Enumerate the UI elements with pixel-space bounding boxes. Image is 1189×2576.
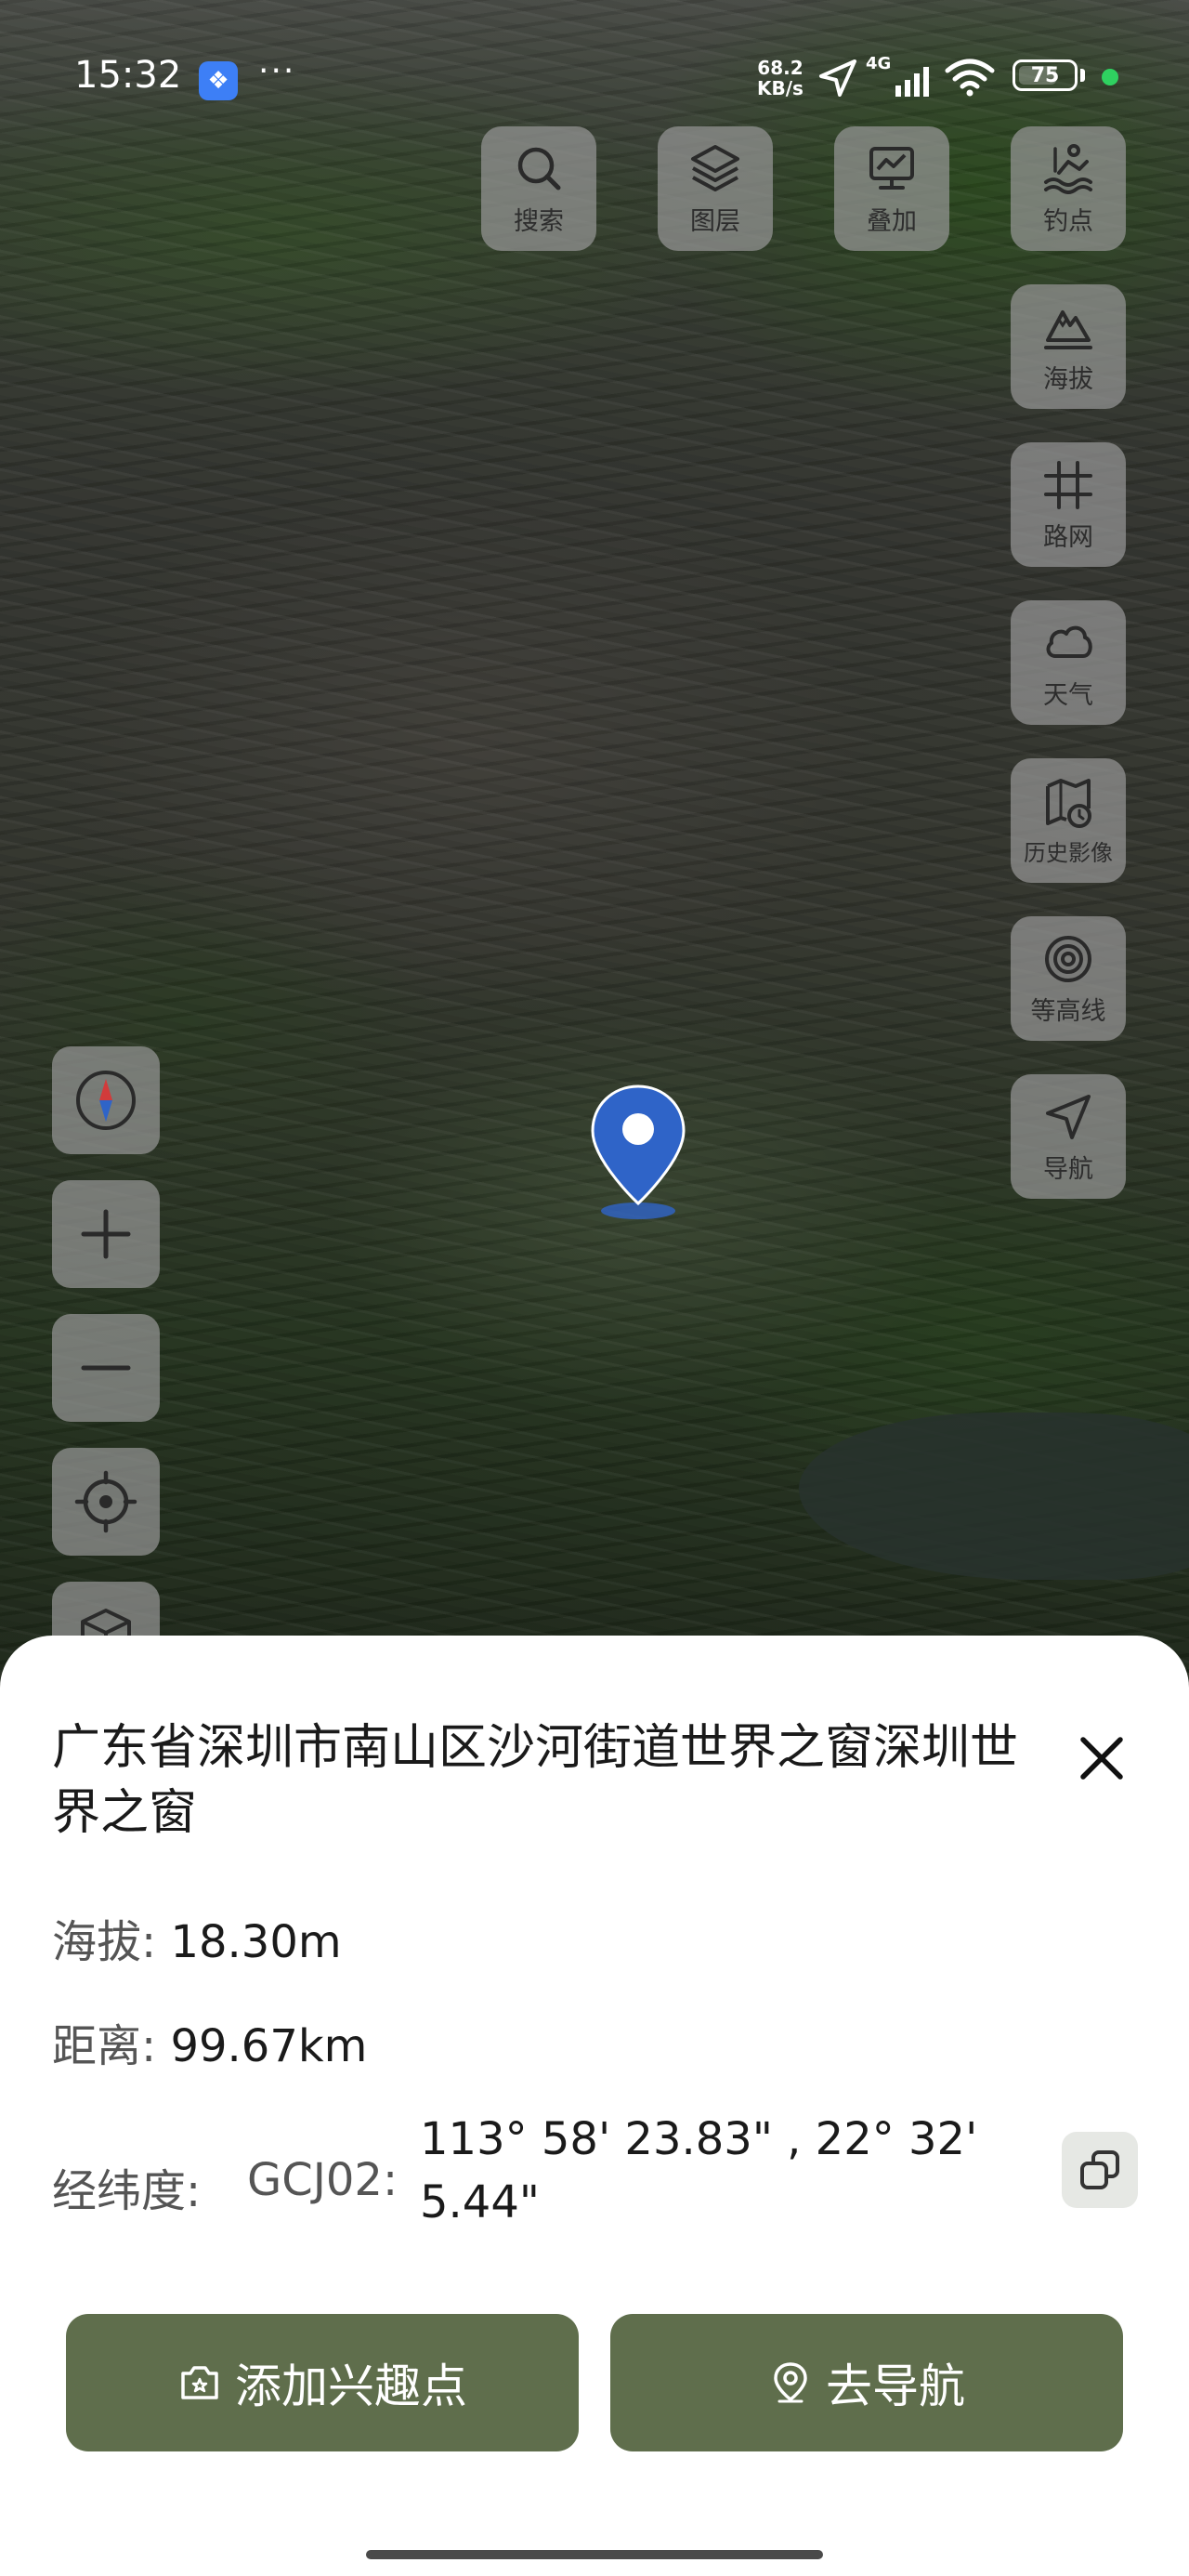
crosshair-locate-icon: [74, 1470, 137, 1533]
location-arrow-icon: [819, 59, 856, 97]
fishing-icon: [1044, 143, 1092, 194]
status-bar: 15:32 ❖ ··· 68.2 KB/s 4G 75: [0, 0, 1189, 158]
altitude-label: 海拔:: [52, 1916, 157, 1968]
weather-button[interactable]: 天气: [1011, 600, 1126, 725]
home-indicator[interactable]: [366, 2550, 823, 2559]
battery-nub: [1080, 69, 1085, 82]
search-icon: [517, 147, 561, 190]
zoom-in-button[interactable]: [52, 1180, 160, 1288]
close-button[interactable]: [1068, 1725, 1135, 1792]
add-poi-button[interactable]: 添加兴趣点: [66, 2314, 579, 2451]
compass-button[interactable]: [52, 1046, 160, 1154]
add-poi-label: 添加兴趣点: [235, 2359, 467, 2413]
distance-value: 99.67km: [170, 2020, 368, 2072]
location-detail-sheet: 广东省深圳市南山区沙河街道世界之窗深圳世界之窗 海拔: 18.30m 距离: 9…: [0, 1636, 1189, 2576]
battery-level: 75: [1030, 63, 1060, 87]
contour-button[interactable]: 等高线: [1011, 916, 1126, 1041]
navigation-label: 导航: [1043, 1154, 1093, 1184]
distance-row: 距离: 99.67km: [52, 2009, 367, 2074]
location-pin-outline-icon: [774, 2362, 807, 2403]
road-grid-icon: [1044, 460, 1092, 509]
coordinates-label: 经纬度:: [52, 2165, 202, 2217]
battery-indicator: 75: [1013, 59, 1078, 91]
copy-coordinates-button[interactable]: [1062, 2132, 1138, 2208]
go-navigate-label: 去导航: [826, 2359, 965, 2413]
location-address: 广东省深圳市南山区沙河街道世界之窗深圳世界之窗: [52, 1720, 1019, 1841]
fishing-spot-button[interactable]: 钓点: [1011, 126, 1126, 251]
layers-icon: [691, 144, 739, 191]
overlay-monitor-icon: [869, 146, 914, 190]
navigation-button[interactable]: 导航: [1011, 1074, 1126, 1199]
compass-icon: [76, 1071, 136, 1130]
more-notifications-icon: ···: [258, 52, 296, 90]
fishing-label: 钓点: [1043, 206, 1093, 236]
contour-lines-icon: [1045, 935, 1091, 982]
contour-label: 等高线: [1030, 996, 1106, 1026]
elevation-label: 海拔: [1043, 364, 1093, 394]
app-notification-icon: ❖: [199, 61, 238, 100]
history-map-icon: [1046, 778, 1091, 828]
navigation-arrow-icon: [1046, 1094, 1091, 1139]
close-icon: [1080, 1737, 1123, 1780]
network-speed-unit: KB/s: [757, 77, 804, 99]
road-grid-button[interactable]: 路网: [1011, 442, 1126, 567]
elevation-button[interactable]: 海拔: [1011, 284, 1126, 409]
mountain-elevation-icon: [1044, 309, 1092, 349]
distance-label: 距离:: [52, 2020, 157, 2072]
layers-label: 图层: [690, 206, 740, 236]
overlay-label: 叠加: [867, 206, 917, 236]
status-time: 15:32: [74, 54, 182, 97]
altitude-value: 18.30m: [170, 1916, 342, 1968]
location-pin-icon[interactable]: [587, 1083, 689, 1222]
weather-label: 天气: [1043, 680, 1093, 710]
altitude-row: 海拔: 18.30m: [52, 1905, 342, 1970]
minus-icon: [81, 1365, 131, 1371]
cloud-weather-icon: [1046, 625, 1092, 658]
road-grid-label: 路网: [1043, 522, 1093, 552]
zoom-out-button[interactable]: [52, 1314, 160, 1422]
cellular-signal-icon: [895, 67, 929, 97]
history-label: 历史影像: [1024, 839, 1113, 866]
add-poi-icon: [181, 2366, 218, 2399]
history-imagery-button[interactable]: 历史影像: [1011, 758, 1126, 883]
wifi-icon: [945, 59, 995, 97]
plus-icon: [81, 1209, 131, 1259]
layers-button[interactable]: 图层: [658, 126, 773, 251]
coordinates-value: 113° 58' 23.83" , 22° 32' 5.44": [420, 2113, 978, 2228]
search-label: 搜索: [514, 206, 564, 236]
coordinate-system: GCJ02:: [247, 2154, 399, 2206]
locate-me-button[interactable]: [52, 1448, 160, 1556]
privacy-indicator-dot: [1102, 69, 1118, 85]
search-button[interactable]: 搜索: [481, 126, 596, 251]
network-speed-value: 68.2: [757, 57, 804, 79]
overlay-button[interactable]: 叠加: [834, 126, 949, 251]
copy-icon: [1080, 2150, 1119, 2189]
go-navigate-button[interactable]: 去导航: [610, 2314, 1123, 2451]
network-speed: 68.2 KB/s: [757, 58, 804, 99]
